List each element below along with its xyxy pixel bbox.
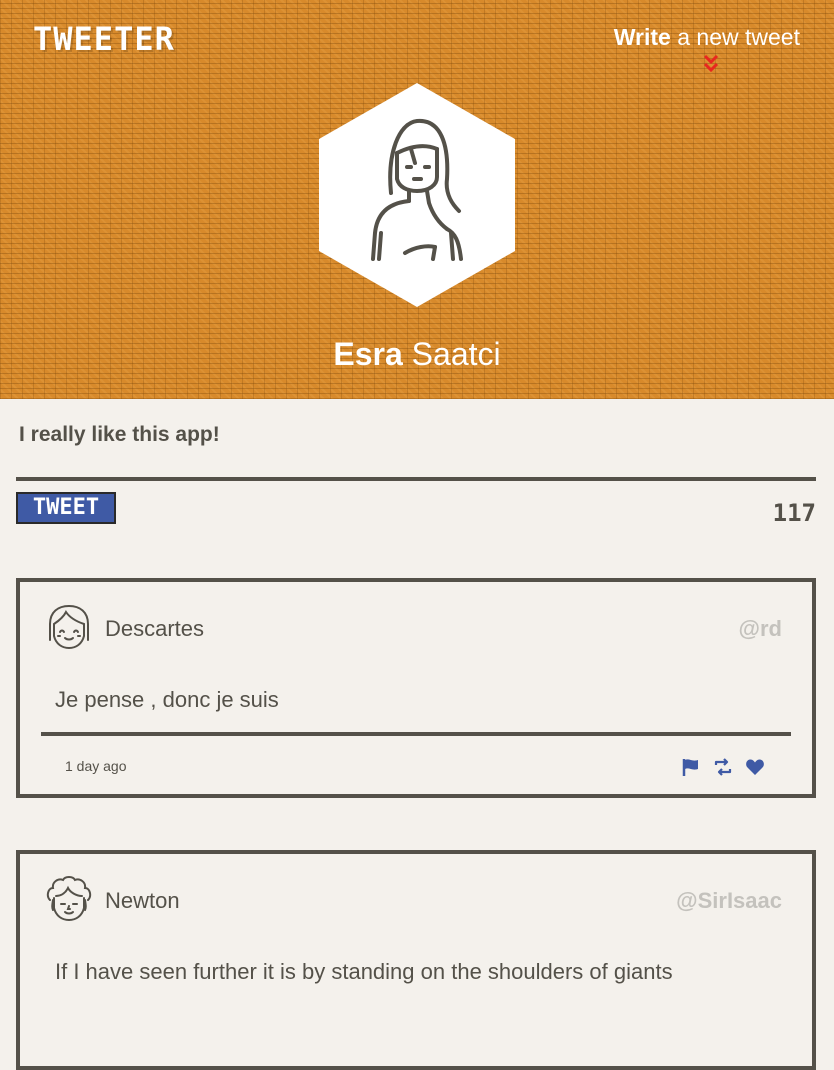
curly-hair-avatar-icon bbox=[46, 876, 92, 922]
profile-avatar bbox=[319, 83, 515, 307]
char-counter: 117 bbox=[772, 499, 816, 527]
tweet-body: Je pense , donc je suis bbox=[55, 687, 279, 712]
tweet-body: If I have seen further it is by standing… bbox=[55, 959, 673, 984]
tweet-card: Newton @SirIsaac If I have seen further … bbox=[16, 850, 816, 1070]
tweet-timestamp: 1 day ago bbox=[65, 758, 127, 774]
double-chevron-down-icon[interactable] bbox=[703, 54, 719, 74]
profile-header: TWEETER Write a new tweet Esra Saatci bbox=[0, 0, 834, 399]
app-logo[interactable]: TWEETER bbox=[33, 20, 175, 58]
tweet-card: Descartes @rd Je pense , donc je suis 1 … bbox=[16, 578, 816, 798]
tweet-author-handle: @SirIsaac bbox=[676, 888, 782, 913]
tweet-author-handle: @rd bbox=[738, 616, 782, 641]
profile-first-name: Esra bbox=[333, 336, 403, 372]
tweet-compose-textarea[interactable]: I really like this app! bbox=[19, 423, 220, 447]
tweet-submit-button[interactable]: TWEET bbox=[16, 492, 116, 524]
retweet-icon[interactable] bbox=[713, 758, 733, 776]
compose-toggle-rest: a new tweet bbox=[670, 24, 800, 50]
composer-divider bbox=[16, 477, 816, 481]
tweet-author-name: Descartes bbox=[105, 616, 205, 641]
compose-toggle-bold: Write bbox=[613, 24, 671, 50]
compose-toggle[interactable]: Write a new tweet bbox=[614, 24, 800, 51]
profile-last-name: Saatci bbox=[411, 336, 501, 372]
profile-name: Esra Saatci bbox=[0, 336, 834, 373]
tweet-actions bbox=[681, 758, 765, 776]
flag-icon[interactable] bbox=[681, 758, 701, 776]
girl-avatar-icon bbox=[49, 604, 89, 650]
tweet-divider bbox=[41, 732, 791, 736]
heart-icon[interactable] bbox=[745, 758, 765, 776]
tweet-author-name: Newton bbox=[105, 888, 180, 913]
